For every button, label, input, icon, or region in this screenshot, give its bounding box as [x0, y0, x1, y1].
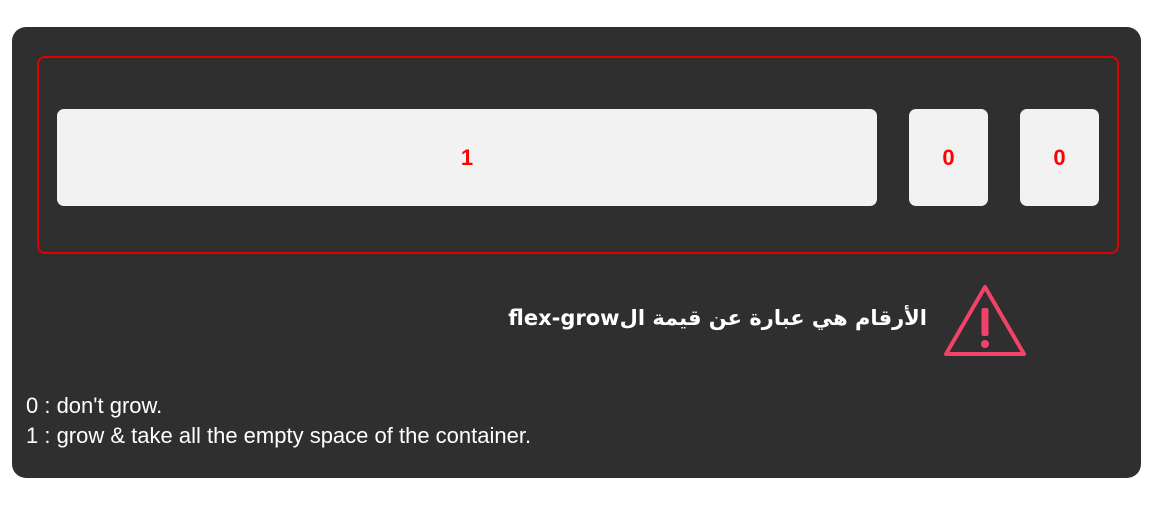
flex-grow-legend: 0 : don't grow. 1 : grow & take all the …	[26, 391, 531, 451]
demo-card: 1 0 0 flex-growالأرقام هي عبارة عن قيمة …	[12, 27, 1141, 478]
legend-line-zero: 0 : don't grow.	[26, 393, 163, 418]
flex-container: 1 0 0	[37, 56, 1119, 254]
note-text: flex-growالأرقام هي عبارة عن قيمة ال	[508, 306, 927, 330]
flex-item-label: 1	[460, 144, 474, 170]
legend-line-one: 1 : grow & take all the empty space of t…	[26, 423, 532, 448]
flex-item-grow-0-first: 0	[909, 109, 988, 206]
note-property: flex-grow	[508, 306, 620, 330]
warning-triangle-icon	[944, 285, 1026, 356]
flex-item-grow-1: 1	[57, 109, 877, 206]
flex-item-grow-0-second: 0	[1020, 109, 1099, 206]
info-note: flex-growالأرقام هي عبارة عن قيمة ال	[12, 277, 1027, 357]
note-arabic-text: الأرقام هي عبارة عن قيمة ال	[619, 306, 927, 330]
flex-item-label: 0	[942, 144, 955, 170]
flex-item-label: 0	[1053, 144, 1066, 170]
